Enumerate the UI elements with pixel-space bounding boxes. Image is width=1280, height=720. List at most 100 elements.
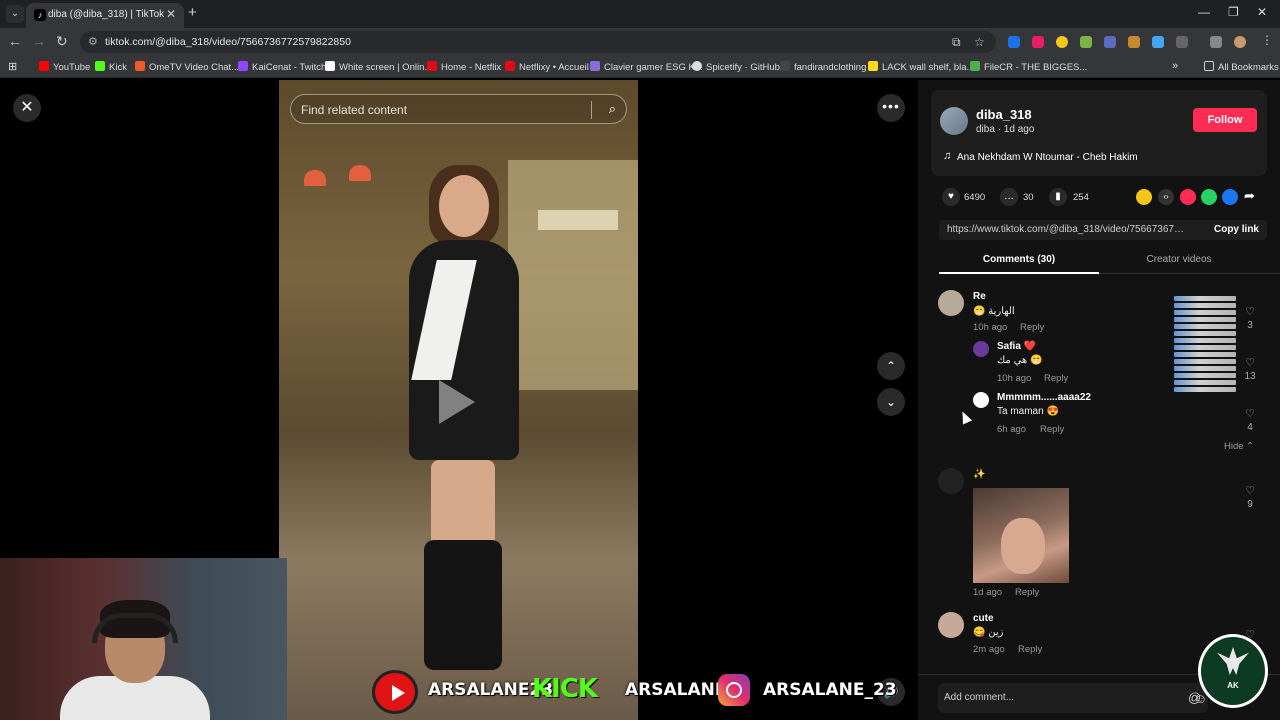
comment-icon[interactable]: …: [1000, 188, 1018, 206]
bookmark-item[interactable]: Home - Netflix: [427, 61, 501, 73]
comment-author[interactable]: ✨: [973, 469, 985, 480]
address-bar[interactable]: ⚙ tiktok.com/@diba_318/video/75667367725…: [80, 31, 996, 53]
hide-replies-button[interactable]: Hide ⌃: [1224, 441, 1254, 452]
send-icon[interactable]: [1180, 189, 1196, 205]
previous-video-button[interactable]: ⌃: [877, 352, 905, 380]
extension-icon[interactable]: [1080, 36, 1092, 48]
install-app-icon[interactable]: ⧉: [952, 35, 961, 50]
comment-text: 😁 الهارية: [973, 306, 1015, 317]
forward-icon[interactable]: →: [32, 33, 46, 49]
chat-line: [1174, 387, 1236, 392]
bookmark-item[interactable]: Netflixy • Accueil: [505, 61, 589, 73]
music-title[interactable]: Ana Nekhdam W Ntoumar - Cheb Hakim: [957, 152, 1138, 163]
comment-heart-icon[interactable]: ♡: [1242, 356, 1258, 369]
site-info-icon[interactable]: ⚙: [88, 35, 98, 48]
reply-button[interactable]: Reply: [1040, 424, 1064, 435]
tab-comments[interactable]: Comments (30): [939, 254, 1099, 265]
close-video-button[interactable]: ✕: [13, 94, 41, 122]
search-icon[interactable]: ⌕: [609, 101, 616, 117]
play-icon[interactable]: [439, 380, 475, 424]
extension-icon[interactable]: [1104, 36, 1116, 48]
commenter-avatar[interactable]: [973, 341, 989, 357]
comment-heart-icon[interactable]: ♡: [1242, 305, 1258, 318]
extensions-puzzle-icon[interactable]: [1176, 36, 1188, 48]
whatsapp-icon[interactable]: [1201, 189, 1217, 205]
author-avatar[interactable]: [940, 107, 968, 135]
comment-author[interactable]: Safia ❤️: [997, 341, 1036, 352]
stream-chat-overlay: [1174, 296, 1236, 404]
chat-line: [1174, 380, 1236, 385]
comment-image[interactable]: [973, 488, 1069, 583]
commenter-avatar[interactable]: [938, 468, 964, 494]
more-options-button[interactable]: •••: [877, 94, 905, 122]
add-comment-input[interactable]: Add comment... @: [938, 683, 1208, 713]
reply-button[interactable]: Reply: [1044, 373, 1068, 384]
bookmark-item[interactable]: YouTube: [39, 61, 90, 73]
apps-grid-icon[interactable]: ⊞: [8, 60, 17, 73]
profile-avatar[interactable]: [1234, 36, 1246, 48]
heart-icon[interactable]: ♥: [942, 188, 960, 206]
bookmark-item[interactable]: LACK wall shelf, bla...: [868, 61, 974, 73]
tab-close-icon[interactable]: ✕: [166, 7, 176, 21]
bookmark-item[interactable]: KaiCenat - Twitch: [238, 61, 326, 73]
next-video-button[interactable]: ⌄: [877, 388, 905, 416]
back-icon[interactable]: ←: [8, 33, 22, 49]
extension-icon[interactable]: [1056, 36, 1068, 48]
new-tab-icon[interactable]: +: [188, 4, 197, 21]
more-bookmarks-icon[interactable]: »: [1172, 60, 1178, 72]
coin-icon[interactable]: [1136, 189, 1152, 205]
share-arrow-icon[interactable]: ➦: [1244, 188, 1255, 204]
bookmark-item[interactable]: FileCR - THE BIGGES...: [970, 61, 1087, 73]
extension-icon[interactable]: [1008, 36, 1020, 48]
browser-menu-icon[interactable]: ⋮: [1261, 33, 1273, 47]
comment-time: 10h ago: [973, 322, 1008, 333]
comment-heart-icon[interactable]: ♡: [1242, 407, 1258, 420]
chat-line: [1174, 310, 1236, 315]
commenter-avatar[interactable]: [938, 612, 964, 638]
comment-author[interactable]: cute: [973, 613, 994, 624]
bookmark-item[interactable]: Clavier gamer ESG K...: [590, 61, 703, 73]
video-player[interactable]: Find related content ⌕: [279, 80, 638, 720]
browser-tab-bar: ⌄ ♪ diba (@diba_318) | TikTok ✕ + — ❐ ✕: [0, 0, 1280, 28]
reply-button[interactable]: Reply: [1020, 322, 1044, 333]
extension-icon[interactable]: [1128, 36, 1140, 48]
bookmark-icon[interactable]: ▮: [1049, 188, 1067, 206]
bookmark-item[interactable]: Spicetify · GitHub: [692, 61, 780, 73]
window-close-icon[interactable]: ✕: [1257, 5, 1267, 19]
follow-button[interactable]: Follow: [1193, 108, 1257, 132]
reload-icon[interactable]: ↻: [56, 33, 68, 50]
reply-button[interactable]: Reply: [1015, 587, 1039, 598]
twitch-icon: [238, 61, 248, 71]
bookmark-item[interactable]: White screen | Onlin...: [325, 61, 432, 73]
copy-link-button[interactable]: Copy link: [1214, 224, 1259, 235]
extension-icon[interactable]: [1032, 36, 1044, 48]
video-subject: [439, 175, 489, 237]
tab-search-menu-icon[interactable]: ⌄: [6, 5, 24, 23]
ometv-icon: [135, 61, 145, 71]
bookmark-item[interactable]: OmeTV Video Chat...: [135, 61, 239, 73]
find-related-search[interactable]: Find related content ⌕: [290, 94, 627, 124]
reading-list-icon[interactable]: [1210, 36, 1222, 48]
comment-author[interactable]: Mmmmm......aaaa22: [997, 392, 1091, 403]
minimize-icon[interactable]: —: [1198, 5, 1210, 19]
commenter-avatar[interactable]: [973, 392, 989, 408]
bookmarks-bar: ⊞ YouTube Kick OmeTV Video Chat... KaiCe…: [0, 56, 1280, 78]
tab-creator-videos[interactable]: Creator videos: [1099, 254, 1259, 265]
browser-tab-active[interactable]: ♪ diba (@diba_318) | TikTok ✕: [26, 3, 184, 28]
bookmark-item[interactable]: fandirandclothing: [780, 61, 866, 73]
author-username[interactable]: diba_318: [976, 107, 1032, 122]
comment-author[interactable]: Re: [973, 291, 986, 302]
bookmark-star-icon[interactable]: ☆: [974, 35, 985, 49]
facebook-icon[interactable]: [1222, 189, 1238, 205]
reply-button[interactable]: Reply: [1018, 644, 1042, 655]
commenter-avatar[interactable]: [938, 290, 964, 316]
comment-heart-icon[interactable]: ♡: [1242, 484, 1258, 497]
extension-icon[interactable]: [1152, 36, 1164, 48]
embed-icon[interactable]: ‹›: [1158, 189, 1174, 205]
bookmark-item[interactable]: Kick: [95, 61, 127, 73]
all-bookmarks-folder[interactable]: All Bookmarks: [1204, 61, 1279, 73]
tab-title: diba (@diba_318) | TikTok: [48, 9, 165, 20]
restore-icon[interactable]: ❐: [1228, 5, 1239, 19]
comment-like-count: 9: [1247, 499, 1253, 510]
share-link-url[interactable]: https://www.tiktok.com/@diba_318/video/7…: [947, 224, 1189, 235]
